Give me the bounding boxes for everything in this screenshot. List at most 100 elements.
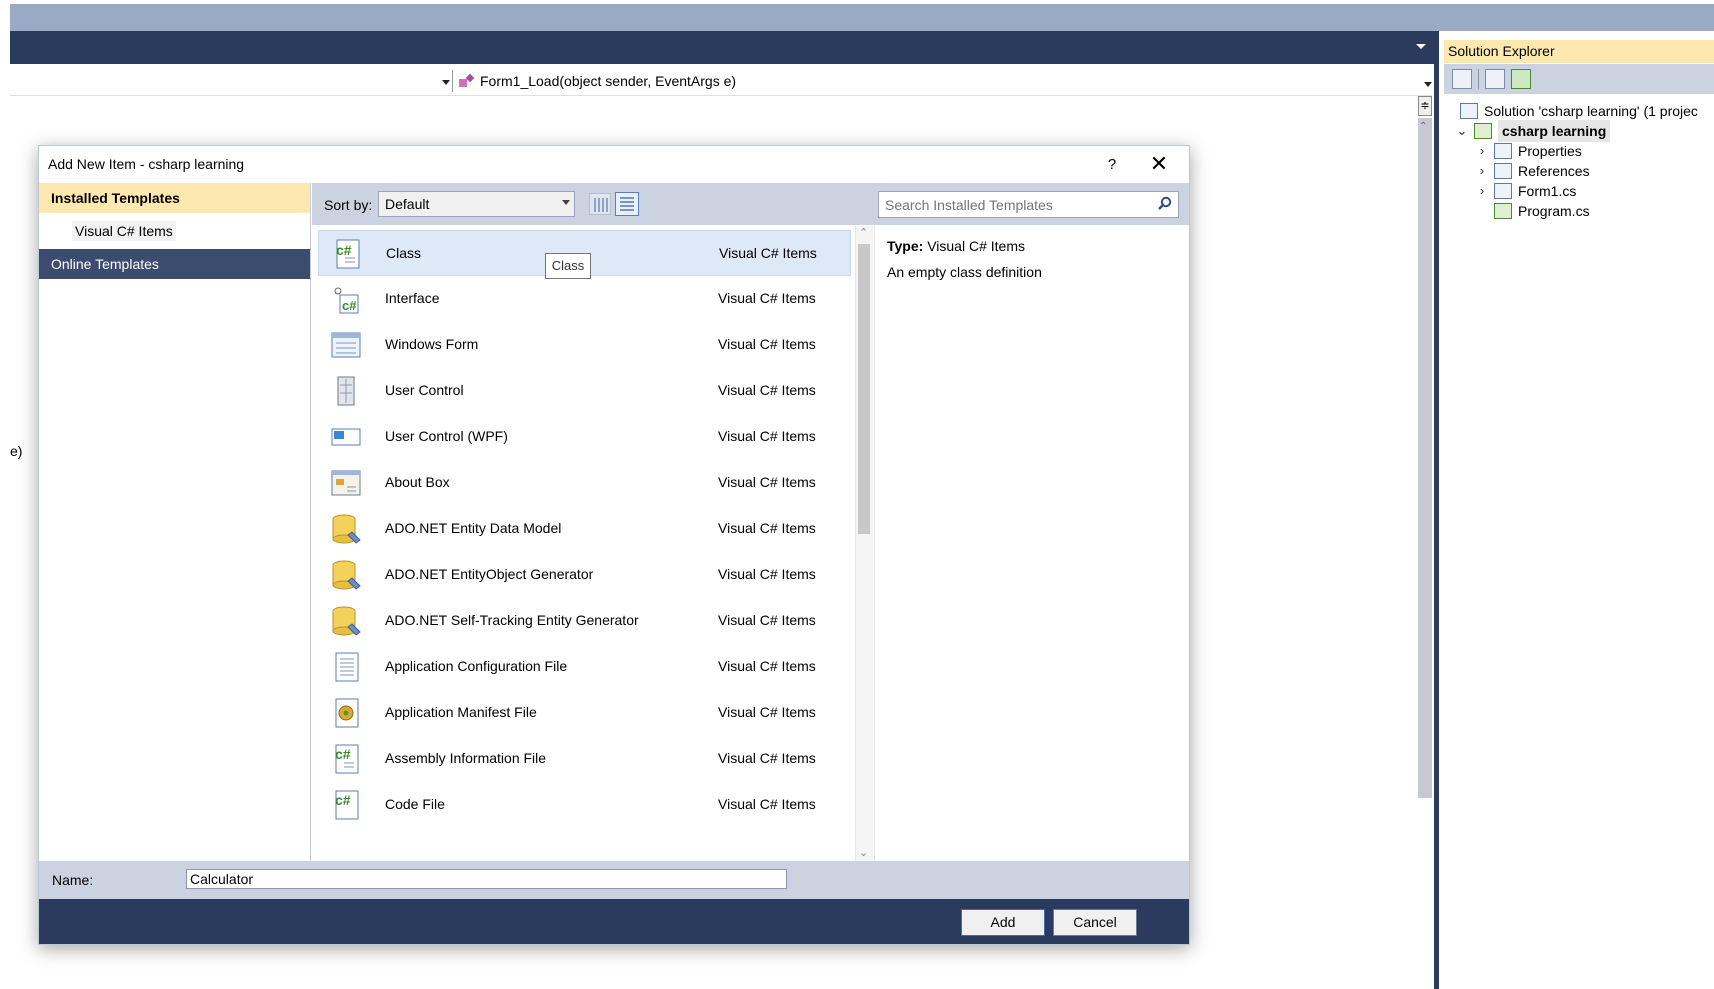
tree-item-label: References (1518, 163, 1590, 179)
installed-templates-item[interactable]: Installed Templates (39, 183, 310, 213)
chevron-right-icon[interactable]: › (1476, 160, 1488, 182)
template-item-application-manifest-file[interactable]: Application Manifest File Visual C# Items (318, 690, 851, 736)
type-combo-dropdown-icon[interactable] (442, 80, 450, 85)
template-item-about-box[interactable]: About Box Visual C# Items (318, 460, 851, 506)
template-item-category: Visual C# Items (718, 428, 816, 444)
about-box-icon (331, 470, 361, 496)
sort-dropdown[interactable]: Default (378, 191, 575, 217)
csharp-file-icon: c# (335, 744, 359, 774)
template-item-category: Visual C# Items (718, 612, 816, 628)
add-new-item-dialog: Add New Item - csharp learning ? ✕ Insta… (38, 145, 1190, 945)
windows-form-icon (331, 332, 361, 358)
template-item-name: ADO.NET EntityObject Generator (385, 566, 594, 582)
split-window-button[interactable]: ≑ (1418, 96, 1432, 116)
method-combo-label: Form1_Load(object sender, EventArgs e) (480, 73, 737, 89)
code-file-icon: c# (335, 790, 359, 820)
tree-item-program[interactable]: Program.cs (1494, 200, 1590, 222)
template-item-interface[interactable]: c# Interface Visual C# Items (318, 276, 851, 322)
template-item-user-control-wpf[interactable]: User Control (WPF) Visual C# Items (318, 414, 851, 460)
detail-description: An empty class definition (887, 264, 1042, 280)
visual-csharp-items-item[interactable]: Visual C# Items (39, 216, 310, 246)
list-view-icon[interactable] (589, 193, 611, 215)
template-item-category: Visual C# Items (718, 520, 816, 536)
tree-solution[interactable]: Solution 'csharp learning' (1 projec (1460, 100, 1698, 122)
template-item-category: Visual C# Items (718, 566, 816, 582)
template-item-name: Assembly Information File (385, 750, 547, 766)
template-item-name: User Control (WPF) (385, 428, 508, 444)
search-input[interactable] (878, 191, 1179, 218)
search-icon[interactable] (1158, 196, 1172, 210)
details-view-icon[interactable] (615, 192, 639, 216)
properties-folder-icon (1494, 143, 1512, 159)
tree-item-form1[interactable]: › Form1.cs (1476, 180, 1576, 202)
chevron-right-icon[interactable]: › (1476, 180, 1488, 202)
show-all-files-icon[interactable] (1485, 69, 1505, 89)
toolbar-separator (1478, 69, 1479, 89)
scroll-up-icon[interactable]: ⌃ (859, 226, 868, 239)
template-item-application-configuration-file[interactable]: Application Configuration File Visual C# … (318, 644, 851, 690)
svg-text:c#: c# (335, 746, 351, 762)
solution-explorer-toolbar (1444, 64, 1714, 94)
template-item-ado-net-self-tracking-entity-generator[interactable]: ADO.NET Self-Tracking Entity Generator Vi… (318, 598, 851, 644)
online-templates-item[interactable]: Online Templates (39, 249, 310, 279)
solution-icon (1460, 103, 1478, 119)
database-icon (332, 560, 361, 590)
tree-item-references[interactable]: › References (1476, 160, 1590, 182)
svg-text:c#: c# (335, 792, 351, 808)
sort-toolbar: Sort by: Default (312, 183, 1189, 225)
ide-title-band (10, 4, 1714, 31)
manifest-file-icon (335, 698, 359, 728)
editor-partial-text: e) (10, 443, 23, 459)
template-item-name: Class (386, 245, 422, 261)
config-file-icon (335, 652, 359, 682)
template-item-code-file[interactable]: c# Code File Visual C# Items (318, 782, 851, 828)
chevron-right-icon[interactable]: › (1476, 140, 1488, 162)
references-folder-icon (1494, 163, 1512, 179)
add-button[interactable]: Add (961, 909, 1045, 936)
scroll-down-icon[interactable]: ⌄ (859, 846, 868, 859)
scroll-thumb[interactable] (858, 244, 870, 534)
name-label: Name: (52, 872, 94, 888)
template-item-name: Code File (385, 796, 445, 812)
template-item-name: Interface (385, 290, 440, 306)
sort-label: Sort by: (324, 197, 373, 213)
chevron-down-icon[interactable] (562, 200, 570, 205)
close-button[interactable]: ✕ (1146, 152, 1172, 178)
chevron-down-icon[interactable] (1416, 44, 1426, 49)
ide-toolbar-band (10, 31, 1434, 64)
tree-item-properties[interactable]: › Properties (1476, 140, 1582, 162)
csharp-file-icon (1494, 203, 1512, 219)
chevron-down-icon[interactable]: ⌄ (1456, 120, 1468, 142)
template-item-category: Visual C# Items (718, 658, 816, 674)
name-input[interactable] (186, 869, 787, 889)
editor-scrollbar[interactable] (1418, 118, 1432, 798)
refresh-icon[interactable] (1511, 69, 1531, 89)
solution-tree: Solution 'csharp learning' (1 projec ⌄ c… (1444, 96, 1714, 989)
detail-type-value: Visual C# Items (927, 238, 1025, 254)
item-tooltip: Class (545, 253, 591, 279)
template-item-name: ADO.NET Entity Data Model (385, 520, 562, 536)
cancel-button[interactable]: Cancel (1053, 909, 1137, 936)
template-item-ado-net-entity-data-model[interactable]: ADO.NET Entity Data Model Visual C# Items (318, 506, 851, 552)
template-item-assembly-information-file[interactable]: c# Assembly Information File Visual C# Ite… (318, 736, 851, 782)
method-combo[interactable]: Form1_Load(object sender, EventArgs e) (458, 68, 736, 94)
template-item-category: Visual C# Items (718, 796, 816, 812)
help-button[interactable]: ? (1100, 154, 1124, 176)
solution-explorer-border (1434, 31, 1439, 989)
template-item-ado-net-entityobject-generator[interactable]: ADO.NET EntityObject Generator Visual C# … (318, 552, 851, 598)
tree-solution-label: Solution 'csharp learning' (1 projec (1484, 103, 1698, 119)
template-item-windows-form[interactable]: Windows Form Visual C# Items (318, 322, 851, 368)
tree-item-label: Form1.cs (1518, 183, 1577, 199)
template-list: c# Class Visual C# Items c# Interface Visual … (312, 226, 853, 861)
form-file-icon (1494, 183, 1512, 199)
scroll-up-icon[interactable]: ⌃ (1419, 121, 1427, 132)
template-item-user-control[interactable]: User Control Visual C# Items (318, 368, 851, 414)
template-item-category: Visual C# Items (718, 382, 816, 398)
template-item-name: ADO.NET Self-Tracking Entity Generator (385, 612, 639, 628)
tree-project[interactable]: ⌄ csharp learning (1456, 120, 1611, 142)
detail-pane: Type: Visual C# Items An empty class def… (874, 226, 1189, 861)
properties-icon[interactable] (1452, 69, 1472, 89)
template-item-name: Application Manifest File (385, 704, 537, 720)
member-combo-dropdown-icon[interactable] (1424, 82, 1432, 87)
template-item-name: Windows Form (385, 336, 479, 352)
